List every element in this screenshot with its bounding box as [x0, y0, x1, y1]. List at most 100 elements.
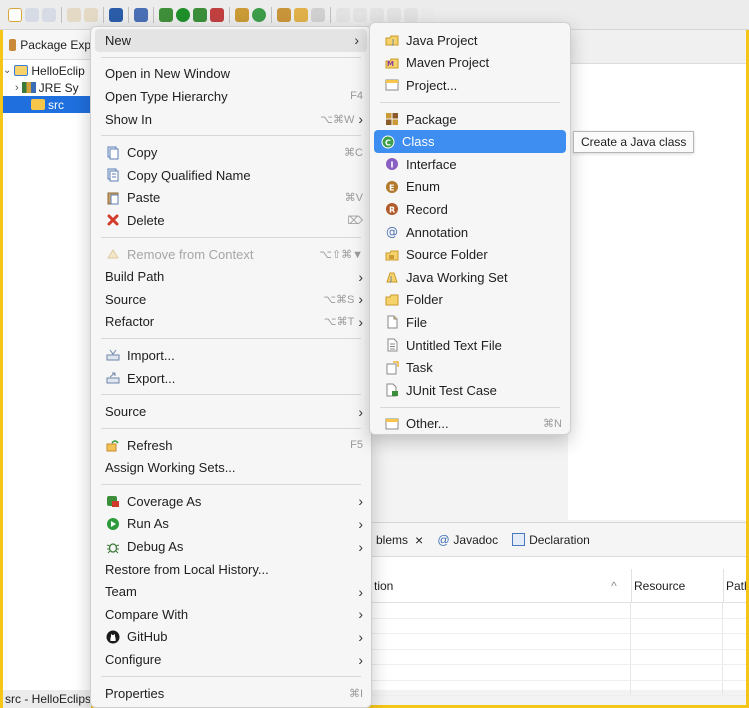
- new-menu-item-task-label: Task: [406, 360, 433, 376]
- text-file-icon: [384, 337, 400, 353]
- new-menu-item-junit-test-case[interactable]: JUnit Test Case: [370, 379, 570, 402]
- terminal-icon[interactable]: [109, 7, 123, 22]
- nav-forward-icon[interactable]: [404, 7, 418, 22]
- copy-qualified-icon: [105, 167, 121, 183]
- context-menu-item-open-in-new-window-label: Open in New Window: [105, 66, 230, 82]
- tab-javadoc[interactable]: @ Javadoc: [433, 533, 502, 547]
- context-menu-item-import[interactable]: Import...: [91, 344, 371, 367]
- external-tools-icon[interactable]: [210, 7, 224, 22]
- context-menu-item-assign-working-sets[interactable]: Assign Working Sets...: [91, 457, 371, 480]
- new-class-icon[interactable]: [252, 7, 266, 22]
- new-menu-item-folder[interactable]: Folder: [370, 289, 570, 312]
- new-menu-item-enum-label: Enum: [406, 179, 440, 195]
- column-path[interactable]: Path: [723, 569, 746, 602]
- package-explorer-tab[interactable]: Package Exp: [3, 30, 91, 60]
- new-package-icon[interactable]: [235, 7, 249, 22]
- new-menu-item-annotation[interactable]: @ Annotation: [370, 221, 570, 244]
- tab-problems[interactable]: blems ×: [372, 532, 427, 548]
- context-menu-item-restore-from-local-history-label: Restore from Local History...: [105, 561, 269, 577]
- new-menu-item-task[interactable]: Task: [370, 356, 570, 379]
- context-menu-item-refresh-label: Refresh: [127, 437, 173, 453]
- next-annotation-icon[interactable]: [336, 7, 350, 22]
- new-menu-item-file[interactable]: File: [370, 311, 570, 334]
- menu-separator: [380, 101, 560, 103]
- new-icon[interactable]: [8, 7, 22, 22]
- forward-icon[interactable]: [84, 7, 98, 22]
- new-menu-item-source-folder[interactable]: Source Folder: [370, 243, 570, 266]
- last-edit-icon[interactable]: [370, 7, 384, 22]
- context-menu-item-copy[interactable]: Copy ⌘C: [91, 141, 371, 164]
- run-icon[interactable]: [176, 7, 190, 22]
- working-set-icon: J: [384, 269, 400, 285]
- chevron-right-icon: ›: [358, 291, 363, 308]
- context-menu-item-source[interactable]: Source ⌥⌘S ›: [91, 288, 371, 311]
- column-description[interactable]: tion: [372, 569, 595, 602]
- new-menu-item-class-label: Class: [402, 134, 435, 150]
- new-menu-item-java-working-set[interactable]: J Java Working Set: [370, 266, 570, 289]
- back-icon[interactable]: [67, 7, 81, 22]
- folder-icon: [384, 292, 400, 308]
- context-menu-item-delete[interactable]: Delete ⌦: [91, 209, 371, 232]
- context-menu-item-show-in[interactable]: Show In ⌥⌘W ›: [91, 108, 371, 131]
- new-menu-item-enum[interactable]: E Enum: [370, 176, 570, 199]
- table-row: [372, 665, 746, 681]
- context-menu-item-copy-qualified-name[interactable]: Copy Qualified Name: [91, 164, 371, 187]
- save-icon[interactable]: [25, 7, 39, 22]
- context-menu-item-debug-as[interactable]: Debug As ›: [91, 535, 371, 558]
- pen-icon[interactable]: [311, 7, 325, 22]
- new-menu-item-other[interactable]: Other... ⌘N: [370, 413, 570, 436]
- interface-icon: I: [384, 156, 400, 172]
- context-menu-item-coverage-as[interactable]: Coverage As ›: [91, 490, 371, 513]
- new-menu-item-project[interactable]: Project...: [370, 74, 570, 97]
- new-menu-item-package[interactable]: Package: [370, 108, 570, 131]
- context-menu-item-build-path[interactable]: Build Path ›: [91, 265, 371, 288]
- context-menu-item-properties[interactable]: Properties ⌘I: [91, 682, 371, 705]
- tree-item-jre[interactable]: › JRE Sy: [3, 79, 91, 96]
- context-menu-item-source[interactable]: Source ›: [91, 400, 371, 423]
- debug-icon[interactable]: [159, 7, 173, 22]
- new-menu-item-interface[interactable]: I Interface: [370, 153, 570, 176]
- class-tooltip: Create a Java class: [573, 131, 695, 153]
- context-menu-item-open-type-hierarchy[interactable]: Open Type Hierarchy F4: [91, 85, 371, 108]
- shortcut-text: F5: [350, 439, 363, 452]
- new-menu-item-untitled-text-file[interactable]: Untitled Text File: [370, 334, 570, 357]
- tree-item-project[interactable]: ⌄ HelloEclip: [3, 62, 91, 79]
- open-task-icon[interactable]: [294, 7, 308, 22]
- context-menu-item-restore-from-local-history[interactable]: Restore from Local History...: [91, 558, 371, 581]
- context-menu-item-open-type-hierarchy-label: Open Type Hierarchy: [105, 88, 228, 104]
- new-menu-item-record[interactable]: R Record: [370, 198, 570, 221]
- close-icon[interactable]: ×: [415, 532, 423, 548]
- new-menu-item-java-project[interactable]: J Java Project: [370, 29, 570, 52]
- skip-breakpoints-icon[interactable]: [134, 7, 148, 22]
- context-menu-item-configure[interactable]: Configure ›: [91, 648, 371, 671]
- open-type-icon[interactable]: [277, 7, 291, 22]
- column-description-label: tion: [374, 578, 394, 593]
- context-menu-item-github[interactable]: GitHub ›: [91, 626, 371, 649]
- context-menu-item-export[interactable]: Export...: [91, 367, 371, 390]
- chevron-right-icon[interactable]: ›: [15, 82, 19, 94]
- chevron-down-icon[interactable]: ⌄: [3, 65, 11, 76]
- coverage-icon[interactable]: [193, 7, 207, 22]
- context-menu-item-paste[interactable]: Paste ⌘V: [91, 187, 371, 210]
- context-menu-item-new[interactable]: New ›: [95, 29, 367, 52]
- context-menu-item-team[interactable]: Team ›: [91, 580, 371, 603]
- declaration-icon: [512, 533, 526, 546]
- pin-editor-icon[interactable]: [421, 7, 435, 22]
- context-menu-item-configure-label: Configure: [105, 652, 162, 668]
- context-menu-item-run-as[interactable]: Run As ›: [91, 513, 371, 536]
- new-menu-item-maven-project[interactable]: M Maven Project: [370, 52, 570, 75]
- column-resource[interactable]: Resource: [631, 569, 723, 602]
- context-menu-item-refactor[interactable]: Refactor ⌥⌘T ›: [91, 311, 371, 334]
- context-menu-item-compare-with[interactable]: Compare With ›: [91, 603, 371, 626]
- context-menu-item-export-label: Export...: [127, 370, 176, 386]
- context-menu-item-remove-from-context-label: Remove from Context: [127, 246, 254, 262]
- save-all-icon[interactable]: [42, 7, 56, 22]
- bottom-panel-tabs: blems × @ Javadoc Declaration: [372, 523, 746, 557]
- context-menu-item-open-in-new-window[interactable]: Open in New Window: [91, 63, 371, 86]
- new-menu-item-class[interactable]: C Class: [374, 130, 566, 153]
- nav-back-icon[interactable]: [387, 7, 401, 22]
- context-menu-item-refresh[interactable]: Refresh F5: [91, 434, 371, 457]
- prev-annotation-icon[interactable]: [353, 7, 367, 22]
- tab-declaration[interactable]: Declaration: [508, 533, 594, 547]
- tree-item-src[interactable]: src: [3, 96, 91, 113]
